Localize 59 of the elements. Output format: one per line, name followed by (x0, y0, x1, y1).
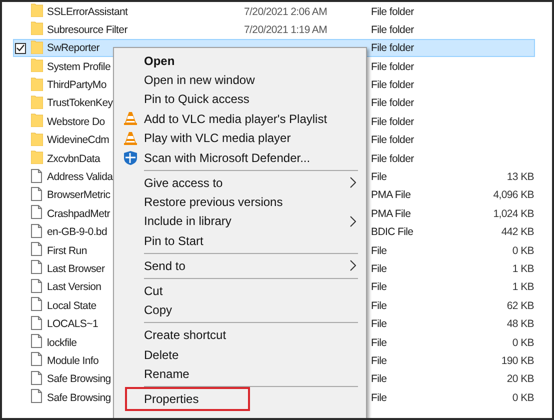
file-type: File folder (371, 60, 415, 73)
file-size: 442 KB (501, 226, 534, 238)
file-size: 13 KB (506, 171, 534, 184)
file-name: ThirdPartyMo (47, 79, 106, 92)
file-name: en-GB-9-0.bd (47, 226, 108, 238)
file-name: Module Info (47, 354, 99, 367)
file-name: TrustTokenKey (47, 97, 113, 110)
file-name: System Profile (47, 60, 110, 73)
file-name: Webstore Do (47, 116, 105, 128)
date-modified: 7/20/2021 2:06 AM (244, 6, 328, 18)
file-name: Address Valida (47, 171, 113, 184)
file-name: LOCALS~1 (47, 318, 98, 330)
file-size: 190 KB (501, 354, 534, 367)
file-type: File folder (371, 116, 415, 128)
file-type: File folder (371, 24, 415, 36)
file-type: PMA File (371, 189, 412, 202)
file-name: BrowserMetric (47, 189, 110, 202)
file-name: SwReporter (47, 42, 100, 54)
file-name: WidevineCdm (47, 134, 110, 146)
file-type: PMA File (371, 208, 412, 220)
file-name: Last Version (47, 281, 102, 294)
file-size: 48 KB (506, 318, 534, 330)
file-size: 1 KB (512, 262, 534, 275)
file-type: File (371, 244, 388, 257)
file-type: File folder (371, 97, 415, 110)
file-type: File (371, 300, 388, 312)
file-name: Safe Browsing (47, 392, 111, 404)
file-name: Last Browser (47, 262, 105, 275)
file-size: 0 KB (512, 336, 534, 349)
file-type: File folder (371, 79, 415, 92)
file-name: Local State (47, 300, 96, 312)
file-size: 62 KB (506, 300, 534, 312)
file-name: lockfile (47, 336, 77, 349)
file-type: File folder (371, 42, 415, 54)
file-name: CrashpadMetr (47, 208, 110, 220)
file-type: File (371, 318, 388, 330)
file-type: BDIC File (371, 226, 414, 238)
file-name: First Run (47, 244, 87, 257)
date-modified: 7/20/2021 1:19 AM (244, 24, 328, 36)
file-type: File folder (371, 6, 415, 18)
file-type: File (371, 392, 388, 404)
file-name: Safe Browsing (47, 373, 111, 386)
file-type: File (371, 373, 388, 386)
file-name: ZxcvbnData (47, 152, 100, 165)
file-size: 1 KB (512, 281, 534, 294)
file-type: File folder (371, 134, 415, 146)
file-type: File (371, 336, 388, 349)
file-type: File folder (371, 152, 415, 165)
file-size: 0 KB (512, 392, 534, 404)
file-size: 4,096 KB (493, 189, 534, 202)
file-size: 20 KB (506, 373, 534, 386)
file-name: Subresource Filter (47, 24, 128, 36)
file-size: 0 KB (512, 244, 534, 257)
file-name: SSLErrorAssistant (47, 6, 128, 18)
file-type: File (371, 354, 388, 367)
file-type: File (371, 281, 388, 294)
file-size: 1,024 KB (493, 208, 534, 220)
file-type: File (371, 262, 388, 275)
file-type: File (371, 171, 388, 184)
